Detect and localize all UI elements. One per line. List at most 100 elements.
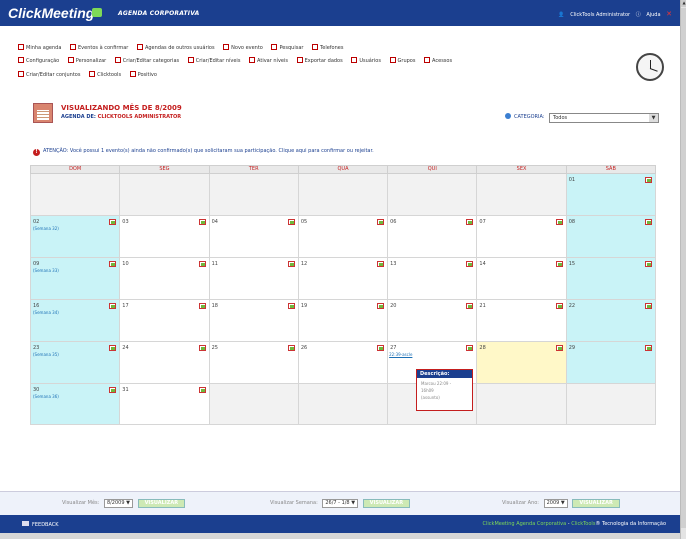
day-number[interactable]: 20 bbox=[390, 303, 396, 309]
add-event-icon[interactable] bbox=[287, 345, 295, 351]
app-logo[interactable]: ClickMeeting bbox=[8, 5, 94, 21]
day-number[interactable]: 12 bbox=[301, 261, 307, 267]
calendar-day-cell[interactable]: 15 bbox=[565, 258, 656, 300]
add-event-icon[interactable] bbox=[377, 261, 385, 267]
day-number[interactable]: 18 bbox=[212, 303, 218, 309]
day-number[interactable]: 24 bbox=[122, 345, 128, 351]
week-number-link[interactable]: (Semana 33) bbox=[33, 268, 59, 273]
add-event-icon[interactable] bbox=[377, 303, 385, 309]
scroll-thumb[interactable] bbox=[681, 8, 686, 528]
day-number[interactable]: 08 bbox=[569, 219, 575, 225]
unconfirmed-warning[interactable]: ! ATENÇÃO: Você possui 1 evento(s) ainda … bbox=[33, 148, 374, 156]
vertical-scrollbar[interactable]: ▲ bbox=[680, 0, 686, 539]
calendar-day-cell[interactable]: 03 bbox=[119, 216, 209, 258]
calendar-day-cell[interactable]: 05 bbox=[297, 216, 388, 258]
day-number[interactable]: 10 bbox=[122, 261, 128, 267]
add-event-icon[interactable] bbox=[109, 303, 117, 309]
day-number[interactable]: 14 bbox=[479, 261, 485, 267]
view-week-button[interactable]: VISUALIZAR bbox=[362, 499, 411, 508]
calendar-day-cell[interactable]: 11 bbox=[208, 258, 298, 300]
toolbar-item-ativar-niveis[interactable]: Ativar níveis bbox=[249, 56, 288, 67]
toolbar-item-grupos[interactable]: Grupos bbox=[389, 56, 415, 67]
chevron-down-icon[interactable]: ▼ bbox=[649, 114, 658, 122]
day-number[interactable]: 22 bbox=[569, 303, 575, 309]
calendar-day-cell[interactable]: 12 bbox=[297, 258, 388, 300]
day-number[interactable]: 01 bbox=[569, 177, 575, 183]
add-event-icon[interactable] bbox=[644, 177, 652, 183]
calendar-day-cell[interactable]: 07 bbox=[476, 216, 566, 258]
toolbar-item-acessos[interactable]: Acessos bbox=[424, 56, 452, 67]
add-event-icon[interactable] bbox=[109, 219, 117, 225]
week-number-link[interactable]: (Semana 32) bbox=[33, 226, 59, 231]
toolbar-item-configuracao[interactable]: Configuração bbox=[18, 56, 59, 67]
day-number[interactable]: 17 bbox=[122, 303, 128, 309]
feedback-link[interactable]: FEEDBACK bbox=[22, 521, 59, 528]
toolbar-item-pesquisar[interactable]: Pesquisar bbox=[271, 43, 303, 54]
calendar-day-cell[interactable]: 06 bbox=[387, 216, 477, 258]
day-number[interactable]: 04 bbox=[212, 219, 218, 225]
toolbar-item-telefones[interactable]: Telefones bbox=[312, 43, 343, 54]
day-number[interactable]: 11 bbox=[212, 261, 218, 267]
add-event-icon[interactable] bbox=[644, 345, 652, 351]
add-event-icon[interactable] bbox=[198, 387, 206, 393]
day-number[interactable]: 06 bbox=[390, 219, 396, 225]
add-event-icon[interactable] bbox=[109, 261, 117, 267]
toolbar-item-novo-evento[interactable]: Novo evento bbox=[223, 43, 263, 54]
calendar-day-cell[interactable]: 14 bbox=[476, 258, 566, 300]
calendar-day-cell[interactable]: 24 bbox=[119, 342, 209, 384]
add-event-icon[interactable] bbox=[377, 219, 385, 225]
toolbar-item-minha-agenda[interactable]: Minha agenda bbox=[18, 43, 61, 54]
calendar-day-cell[interactable]: 29 bbox=[565, 342, 656, 384]
toolbar-item-exportar[interactable]: Exportar dados bbox=[296, 56, 343, 67]
calendar-day-cell[interactable]: 02 (Semana 32) bbox=[30, 216, 120, 258]
add-event-icon[interactable] bbox=[644, 261, 652, 267]
calendar-day-cell[interactable]: 10 bbox=[119, 258, 209, 300]
day-number[interactable]: 26 bbox=[301, 345, 307, 351]
day-number[interactable]: 15 bbox=[569, 261, 575, 267]
view-month-button[interactable]: VISUALIZAR bbox=[137, 499, 186, 508]
week-select[interactable]: 26/7 - 1/8 ▼ bbox=[322, 499, 359, 508]
add-event-icon[interactable] bbox=[555, 219, 563, 225]
day-number[interactable]: 23 bbox=[33, 345, 39, 351]
toolbar-item-conjuntos[interactable]: Criar/Editar conjuntos bbox=[18, 70, 80, 81]
calendar-day-cell[interactable]: 21 bbox=[476, 300, 566, 342]
calendar-day-cell[interactable]: 22 bbox=[565, 300, 656, 342]
toolbar-item-usuarios[interactable]: Usuários bbox=[351, 56, 381, 67]
add-event-icon[interactable] bbox=[287, 303, 295, 309]
day-number[interactable]: 03 bbox=[122, 219, 128, 225]
view-year-button[interactable]: VISUALIZAR bbox=[572, 499, 620, 508]
week-number-link[interactable]: (Semana 34) bbox=[33, 310, 59, 315]
add-event-icon[interactable] bbox=[466, 303, 474, 309]
help-link[interactable]: Ajuda bbox=[646, 12, 660, 18]
add-event-icon[interactable] bbox=[466, 219, 474, 225]
calendar-day-cell[interactable]: 25 bbox=[208, 342, 298, 384]
week-number-link[interactable]: (Semana 35) bbox=[33, 352, 59, 357]
add-event-icon[interactable] bbox=[555, 261, 563, 267]
calendar-day-cell[interactable]: 26 bbox=[297, 342, 388, 384]
add-event-icon[interactable] bbox=[198, 345, 206, 351]
calendar-day-cell[interactable]: 28 bbox=[476, 342, 566, 384]
toolbar-item-categorias[interactable]: Criar/Editar categorias bbox=[114, 56, 179, 67]
toolbar-item-positivo[interactable]: Positivo bbox=[129, 70, 157, 81]
calendar-day-cell[interactable]: 31 bbox=[119, 384, 209, 425]
day-number[interactable]: 19 bbox=[301, 303, 307, 309]
day-number[interactable]: 02 bbox=[33, 219, 39, 225]
user-name[interactable]: ClickTools Administrator bbox=[570, 12, 630, 18]
calendar-day-cell[interactable]: 20 bbox=[387, 300, 477, 342]
day-number[interactable]: 27 bbox=[390, 345, 396, 351]
day-number[interactable]: 29 bbox=[569, 345, 575, 351]
event-link[interactable]: 22:39-ascle bbox=[389, 352, 412, 357]
calendar-day-cell[interactable]: 23 (Semana 35) bbox=[30, 342, 120, 384]
add-event-icon[interactable] bbox=[466, 345, 474, 351]
day-number[interactable]: 31 bbox=[122, 387, 128, 393]
add-event-icon[interactable] bbox=[555, 303, 563, 309]
add-event-icon[interactable] bbox=[287, 219, 295, 225]
toolbar-item-agendas-outros[interactable]: Agendas de outros usuários bbox=[136, 43, 215, 54]
calendar-day-cell[interactable]: 19 bbox=[297, 300, 388, 342]
calendar-day-cell[interactable]: 16 (Semana 34) bbox=[30, 300, 120, 342]
day-number[interactable]: 28 bbox=[479, 345, 485, 351]
calendar-day-cell[interactable]: 08 bbox=[565, 216, 656, 258]
add-event-icon[interactable] bbox=[198, 303, 206, 309]
week-number-link[interactable]: (Semana 36) bbox=[33, 394, 59, 399]
toolbar-item-clicktools[interactable]: Clicktools bbox=[89, 70, 121, 81]
